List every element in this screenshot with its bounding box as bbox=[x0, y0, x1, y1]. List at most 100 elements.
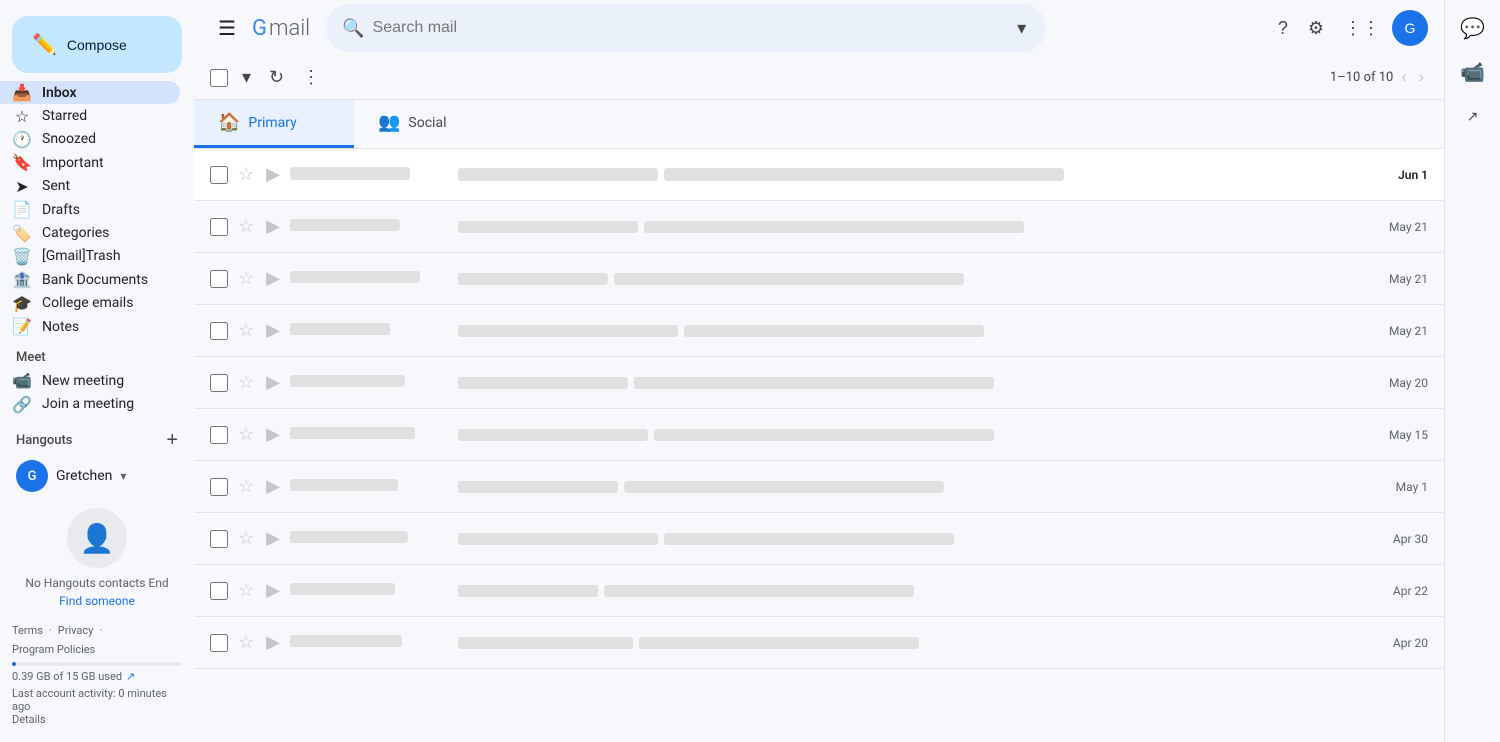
sidebar-item-snoozed[interactable]: 🕐 Snoozed bbox=[0, 128, 180, 151]
table-row[interactable]: ☆ ▶ May 15 bbox=[194, 409, 1444, 461]
email-checkbox[interactable] bbox=[210, 374, 228, 392]
sidebar-item-notes[interactable]: 📝 Notes bbox=[0, 315, 180, 338]
table-row[interactable]: ☆ ▶ May 21 bbox=[194, 253, 1444, 305]
email-checkbox[interactable] bbox=[210, 634, 228, 652]
hangouts-add-button[interactable]: + bbox=[166, 430, 178, 450]
terms-link[interactable]: Terms bbox=[12, 624, 43, 637]
star-button[interactable]: ☆ bbox=[236, 526, 256, 551]
hangouts-user-item[interactable]: G Gretchen ▾ bbox=[8, 456, 186, 496]
sidebar-item-sent[interactable]: ➤ Sent bbox=[0, 175, 180, 198]
email-sender bbox=[290, 219, 450, 235]
right-expand-button[interactable]: ↗ bbox=[1453, 96, 1493, 136]
star-button[interactable]: ☆ bbox=[236, 370, 256, 395]
table-row[interactable]: ☆ ▶ May 1 bbox=[194, 461, 1444, 513]
menu-button[interactable]: ☰ bbox=[210, 8, 244, 49]
tab-social[interactable]: 👥 Social bbox=[354, 100, 514, 148]
email-checkbox[interactable] bbox=[210, 478, 228, 496]
label-button[interactable]: ▶ bbox=[264, 214, 282, 239]
email-sender bbox=[290, 271, 450, 287]
email-content bbox=[458, 221, 1381, 233]
email-date: May 21 bbox=[1389, 220, 1428, 234]
table-row[interactable]: ☆ ▶ May 21 bbox=[194, 201, 1444, 253]
sidebar-item-bank-documents[interactable]: 🏦 Bank Documents bbox=[0, 268, 180, 291]
chat-icon: 💬 bbox=[1460, 16, 1485, 41]
star-button[interactable]: ☆ bbox=[236, 422, 256, 447]
new-meeting-label: New meeting bbox=[42, 373, 164, 389]
email-checkbox[interactable] bbox=[210, 166, 228, 184]
star-button[interactable]: ☆ bbox=[236, 474, 256, 499]
table-row[interactable]: ☆ ▶ Apr 30 bbox=[194, 513, 1444, 565]
sidebar-item-college-emails[interactable]: 🎓 College emails bbox=[0, 292, 180, 315]
email-checkbox[interactable] bbox=[210, 426, 228, 444]
star-button[interactable]: ☆ bbox=[236, 318, 256, 343]
sidebar-item-categories[interactable]: 🏷️ Categories bbox=[0, 221, 180, 244]
sidebar-item-starred[interactable]: ☆ Starred bbox=[0, 104, 180, 127]
details-link[interactable]: Details bbox=[12, 713, 46, 726]
sidebar-item-drafts[interactable]: 📄 Drafts bbox=[0, 198, 180, 221]
label-button[interactable]: ▶ bbox=[264, 318, 282, 343]
email-checkbox[interactable] bbox=[210, 322, 228, 340]
sidebar-item-important[interactable]: 🔖 Important bbox=[0, 151, 180, 174]
toolbar-dropdown-button[interactable]: ▾ bbox=[234, 61, 259, 94]
select-all-checkbox[interactable] bbox=[210, 69, 228, 87]
email-content bbox=[458, 585, 1385, 597]
table-row[interactable]: ☆ ▶ Jun 1 bbox=[194, 149, 1444, 201]
label-button[interactable]: ▶ bbox=[264, 474, 282, 499]
star-button[interactable]: ☆ bbox=[236, 266, 256, 291]
search-input[interactable] bbox=[373, 19, 1006, 37]
storage-amount: 0.39 GB of 15 GB used bbox=[12, 670, 122, 683]
label-button[interactable]: ▶ bbox=[264, 526, 282, 551]
new-meeting-icon: 📹 bbox=[12, 371, 32, 390]
table-row[interactable]: ☆ ▶ Apr 22 bbox=[194, 565, 1444, 617]
table-row[interactable]: ☆ ▶ Apr 20 bbox=[194, 617, 1444, 669]
star-button[interactable]: ☆ bbox=[236, 162, 256, 187]
right-meet-button[interactable]: 📹 bbox=[1453, 52, 1493, 92]
account-avatar[interactable]: G bbox=[1392, 10, 1428, 46]
star-button[interactable]: ☆ bbox=[236, 578, 256, 603]
email-checkbox[interactable] bbox=[210, 218, 228, 236]
compose-button[interactable]: ✏️ Compose bbox=[12, 16, 182, 73]
search-options-button[interactable]: ▾ bbox=[1013, 14, 1030, 43]
label-button[interactable]: ▶ bbox=[264, 630, 282, 655]
privacy-link[interactable]: Privacy bbox=[58, 624, 94, 637]
sidebar-item-new-meeting[interactable]: 📹 New meeting bbox=[0, 369, 180, 392]
email-checkbox[interactable] bbox=[210, 582, 228, 600]
next-page-button[interactable]: › bbox=[1415, 65, 1428, 91]
prev-page-button[interactable]: ‹ bbox=[1397, 65, 1410, 91]
refresh-button[interactable]: ↻ bbox=[261, 61, 292, 94]
label-button[interactable]: ▶ bbox=[264, 422, 282, 447]
drafts-icon: 📄 bbox=[12, 200, 32, 219]
inbox-tabs: 🏠 Primary 👥 Social bbox=[194, 100, 1444, 149]
sidebar-item-inbox[interactable]: 📥 Inbox bbox=[0, 81, 180, 104]
email-checkbox[interactable] bbox=[210, 530, 228, 548]
table-row[interactable]: ☆ ▶ May 21 bbox=[194, 305, 1444, 357]
hangouts-user-name: Gretchen bbox=[56, 468, 112, 484]
email-checkbox[interactable] bbox=[210, 270, 228, 288]
program-policies-link[interactable]: Program Policies bbox=[12, 643, 95, 656]
right-chat-button[interactable]: 💬 bbox=[1453, 8, 1493, 48]
table-row[interactable]: ☆ ▶ May 20 bbox=[194, 357, 1444, 409]
label-button[interactable]: ▶ bbox=[264, 370, 282, 395]
settings-button[interactable]: ⚙ bbox=[1300, 10, 1332, 47]
label-button[interactable]: ▶ bbox=[264, 578, 282, 603]
label-button[interactable]: ▶ bbox=[264, 162, 282, 187]
no-hangouts-icon: 👤 bbox=[80, 522, 115, 555]
tab-primary[interactable]: 🏠 Primary bbox=[194, 100, 354, 148]
more-options-button[interactable]: ⋮ bbox=[294, 61, 328, 94]
sidebar-item-join-meeting[interactable]: 🔗 Join a meeting bbox=[0, 393, 180, 416]
find-someone-link[interactable]: Find someone bbox=[59, 594, 135, 608]
join-meeting-icon: 🔗 bbox=[12, 395, 32, 414]
support-button[interactable]: ? bbox=[1270, 10, 1296, 47]
follow-storage-link[interactable]: ↗ bbox=[126, 670, 135, 683]
sidebar-item-gmail-trash[interactable]: 🗑️ [Gmail]Trash bbox=[0, 245, 180, 268]
label-button[interactable]: ▶ bbox=[264, 266, 282, 291]
apps-button[interactable]: ⋮⋮ bbox=[1336, 10, 1388, 47]
drafts-label: Drafts bbox=[42, 202, 164, 218]
email-content bbox=[458, 637, 1385, 649]
star-button[interactable]: ☆ bbox=[236, 214, 256, 239]
main-content: ☰ G mail 🔍 ▾ ? ⚙ ⋮⋮ G ▾ ↻ ⋮ 1–10 of 10 ‹… bbox=[194, 0, 1444, 742]
star-button[interactable]: ☆ bbox=[236, 630, 256, 655]
search-icon: 🔍 bbox=[342, 18, 364, 39]
email-sender bbox=[290, 479, 450, 495]
no-hangouts-section: 👤 No Hangouts contacts End Find someone bbox=[0, 500, 194, 616]
